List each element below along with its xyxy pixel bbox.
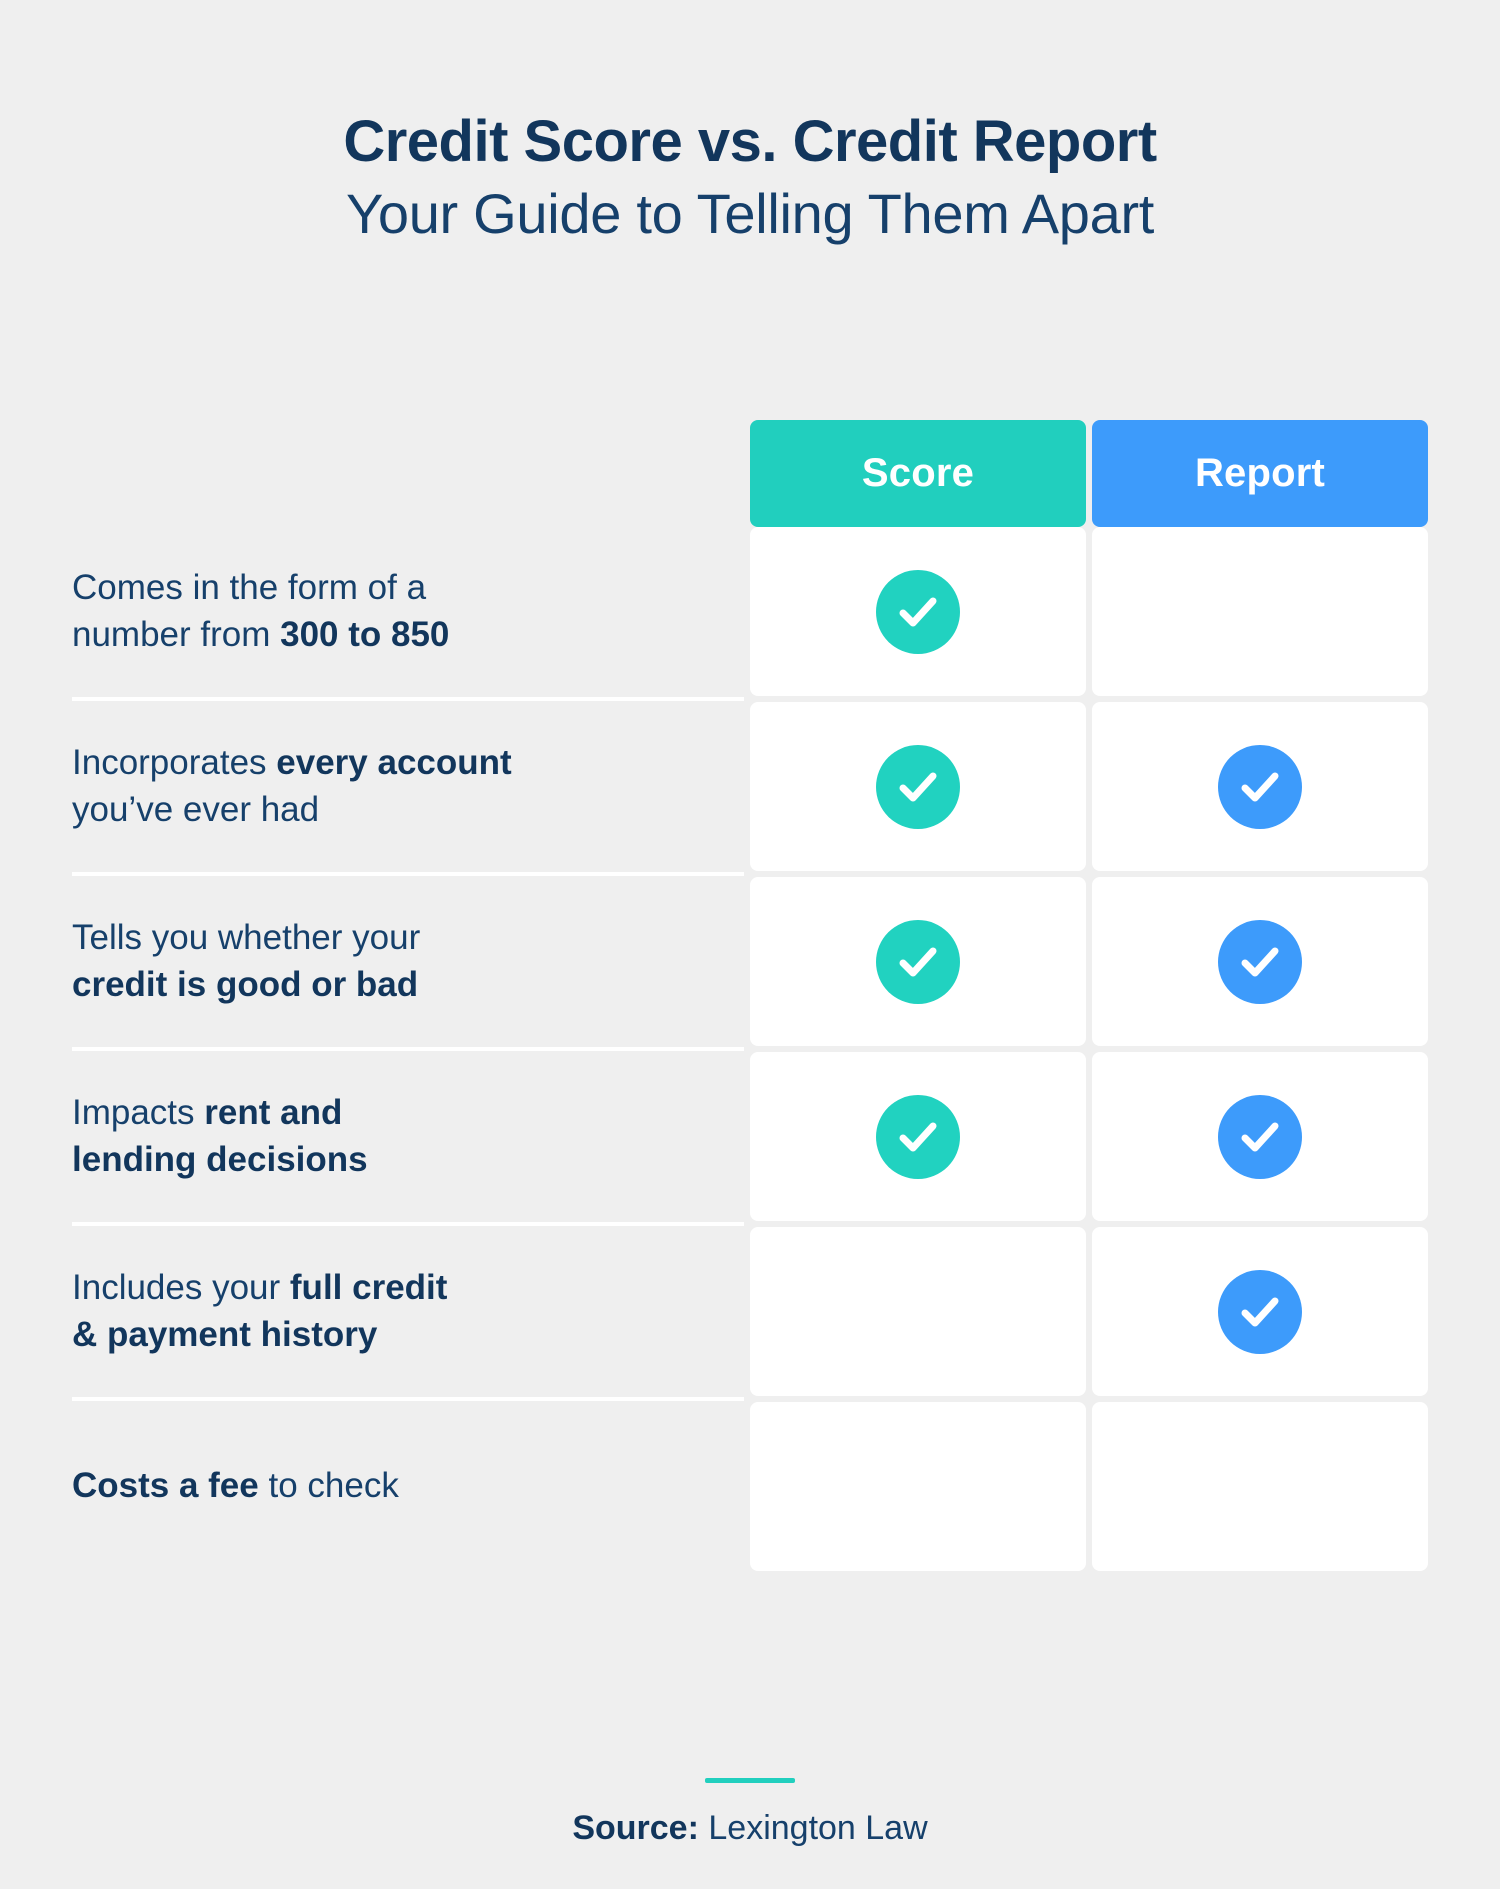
comparison-table: Score Report Comes in the form of a numbe… xyxy=(72,420,1428,1571)
row-label-cell: Impacts rent and lending decisions xyxy=(72,1052,744,1221)
row-label-text: Incorporates every account you’ve ever ha… xyxy=(72,743,512,829)
row-label-cell: Tells you whether your credit is good or … xyxy=(72,877,744,1046)
footer-divider xyxy=(705,1778,795,1783)
row-label-cell: Costs a fee to check xyxy=(72,1402,744,1571)
column-header-score: Score xyxy=(750,420,1086,527)
check-icon xyxy=(876,569,960,654)
cell-score xyxy=(750,877,1086,1046)
check-icon xyxy=(1218,744,1302,829)
check-icon xyxy=(1218,919,1302,1004)
table-row: Costs a fee to check xyxy=(72,1397,1428,1571)
cell-report xyxy=(1092,1052,1428,1221)
cell-score xyxy=(750,1227,1086,1396)
row-label-text: Includes your full credit & payment histo… xyxy=(72,1268,448,1354)
cell-score xyxy=(750,1402,1086,1571)
source-attribution: Source: Lexington Law xyxy=(0,1809,1500,1848)
table-body: Comes in the form of a number from 300 to… xyxy=(72,527,1428,1571)
cell-report xyxy=(1092,527,1428,696)
footer: Source: Lexington Law xyxy=(0,1778,1500,1848)
cell-report xyxy=(1092,877,1428,1046)
check-icon xyxy=(1218,1094,1302,1179)
table-row: Includes your full credit & payment histo… xyxy=(72,1222,1428,1396)
check-icon xyxy=(876,919,960,1004)
infographic-page: Credit Score vs. Credit Report Your Guid… xyxy=(0,0,1500,1889)
source-name: Lexington Law xyxy=(708,1809,928,1847)
source-label: Source: xyxy=(572,1809,699,1847)
page-title: Credit Score vs. Credit Report xyxy=(343,109,1157,174)
row-label-cell: Comes in the form of a number from 300 to… xyxy=(72,527,744,696)
cell-score xyxy=(750,702,1086,871)
table-row: Impacts rent and lending decisions xyxy=(72,1047,1428,1221)
check-icon xyxy=(876,744,960,829)
table-header-row: Score Report xyxy=(750,420,1428,527)
row-label-text: Tells you whether your credit is good or … xyxy=(72,918,421,1004)
cell-score xyxy=(750,527,1086,696)
table-row: Comes in the form of a number from 300 to… xyxy=(72,527,1428,696)
row-label-cell: Includes your full credit & payment histo… xyxy=(72,1227,744,1396)
cell-report xyxy=(1092,1227,1428,1396)
row-label-text: Impacts rent and lending decisions xyxy=(72,1093,368,1179)
check-icon xyxy=(876,1094,960,1179)
row-label-text: Comes in the form of a number from 300 to… xyxy=(72,568,450,654)
title-block: Credit Score vs. Credit Report Your Guid… xyxy=(0,0,1500,247)
check-icon xyxy=(1218,1269,1302,1354)
cell-score xyxy=(750,1052,1086,1221)
table-row: Tells you whether your credit is good or … xyxy=(72,872,1428,1046)
table-row: Incorporates every account you’ve ever ha… xyxy=(72,697,1428,871)
row-label-text: Costs a fee to check xyxy=(72,1466,399,1506)
page-subtitle: Your Guide to Telling Them Apart xyxy=(345,181,1155,245)
cell-report xyxy=(1092,1402,1428,1571)
row-label-cell: Incorporates every account you’ve ever ha… xyxy=(72,702,744,871)
column-header-report: Report xyxy=(1092,420,1428,527)
cell-report xyxy=(1092,702,1428,871)
